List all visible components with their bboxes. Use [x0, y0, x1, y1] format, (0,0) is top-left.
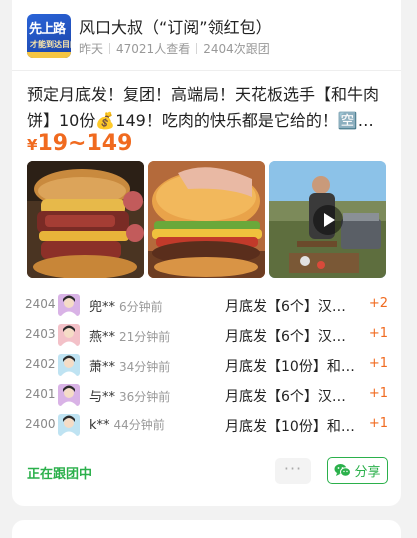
- order-item: 月底发【10份】和牛肉饼...: [225, 359, 357, 375]
- meta-time: 昨天: [79, 42, 104, 56]
- logo-text: 先上路: [29, 22, 66, 37]
- next-card: [12, 520, 401, 538]
- group-meta: 昨天 47021人查看 2404次跟团: [79, 40, 270, 57]
- order-item: 月底发【6个】汉堡包...: [225, 329, 357, 345]
- order-item: 月底发【6个】汉堡包...: [225, 299, 357, 315]
- avatar: [58, 414, 80, 436]
- order-number: 2400: [25, 417, 56, 431]
- buyer-name-text: 萧**: [89, 360, 116, 375]
- price-range: ¥19~149: [27, 131, 132, 156]
- logo-bar: [27, 52, 71, 58]
- order-quantity: +1: [368, 356, 388, 371]
- meta-joined: 2404次跟团: [203, 42, 270, 56]
- buyer-name: k** 44分钟前: [89, 416, 165, 433]
- order-quantity: +1: [368, 386, 388, 401]
- buyer-name: 燕** 21分钟前: [89, 326, 170, 345]
- share-button[interactable]: 分享: [327, 457, 388, 484]
- avatar: [58, 324, 80, 346]
- avatar: [58, 294, 80, 316]
- product-image-2[interactable]: [148, 161, 265, 278]
- order-quantity: +1: [368, 416, 388, 431]
- buyer-name-text: 与**: [89, 390, 116, 405]
- buyer-name-text: 燕**: [89, 330, 116, 345]
- logo-subtext: 才能到达目的地: [30, 40, 71, 49]
- order-number: 2403: [25, 327, 56, 341]
- group-title[interactable]: 风口大叔（“订阅”领红包）: [79, 14, 272, 38]
- meta-views: 47021人查看: [116, 42, 191, 56]
- order-time: 6分钟前: [119, 300, 163, 314]
- order-row[interactable]: 2403 燕**21分钟前 月底发【6个】汉堡包... +1: [12, 321, 401, 351]
- product-description[interactable]: 预定月底发！复团！高端局！天花板选手【和牛肉饼】10份💰149！吃肉的快乐都是它…: [27, 82, 389, 134]
- order-item: 月底发【10份】和牛肉饼...: [225, 419, 357, 435]
- order-time: 21分钟前: [119, 330, 171, 344]
- buyer-name: 萧** 34分钟前: [89, 356, 170, 375]
- order-quantity: +1: [368, 326, 388, 341]
- buyer-name: 与** 36分钟前: [89, 386, 170, 405]
- product-description-text: 预定月底发！复团！高端局！天花板选手【和牛肉饼】10份💰149！吃肉的快乐都是它…: [27, 85, 380, 130]
- order-number: 2404: [25, 297, 56, 311]
- order-row[interactable]: 2400 k**44分钟前 月底发【10份】和牛肉饼... +1: [12, 411, 401, 441]
- order-row[interactable]: 2401 与**36分钟前 月底发【6个】汉堡包... +1: [12, 381, 401, 411]
- avatar: [58, 354, 80, 376]
- header-divider: [12, 70, 401, 71]
- order-row[interactable]: 2404 兜**6分钟前 月底发【6个】汉堡包... +2: [12, 291, 401, 321]
- product-image-1[interactable]: [27, 161, 144, 278]
- order-number: 2401: [25, 387, 56, 401]
- meta-divider: [196, 43, 198, 54]
- order-quantity: +2: [368, 296, 388, 311]
- buyer-name: 兜** 6分钟前: [89, 296, 163, 315]
- order-time: 34分钟前: [119, 360, 171, 374]
- order-number: 2402: [25, 357, 56, 371]
- order-row[interactable]: 2402 萧**34分钟前 月底发【10份】和牛肉饼... +1: [12, 351, 401, 381]
- wechat-icon: [334, 464, 352, 477]
- group-logo[interactable]: 先上路 才能到达目的地: [27, 14, 71, 58]
- meta-divider: [109, 43, 111, 54]
- price-value: 19~149: [37, 131, 133, 156]
- group-status: 正在跟团中: [27, 467, 93, 482]
- more-button[interactable]: ···: [275, 458, 311, 484]
- order-item: 月底发【6个】汉堡包...: [225, 389, 357, 405]
- avatar: [58, 384, 80, 406]
- share-label: 分享: [354, 465, 381, 480]
- group-buy-card[interactable]: 先上路 才能到达目的地 风口大叔（“订阅”领红包） 昨天 47021人查看 24…: [12, 0, 401, 506]
- play-icon[interactable]: [313, 205, 343, 235]
- buyer-name-text: k**: [89, 418, 110, 433]
- product-video[interactable]: [269, 161, 386, 278]
- order-time: 44分钟前: [113, 418, 165, 432]
- buyer-name-text: 兜**: [89, 300, 116, 315]
- order-time: 36分钟前: [119, 390, 171, 404]
- price-currency: ¥: [27, 136, 38, 154]
